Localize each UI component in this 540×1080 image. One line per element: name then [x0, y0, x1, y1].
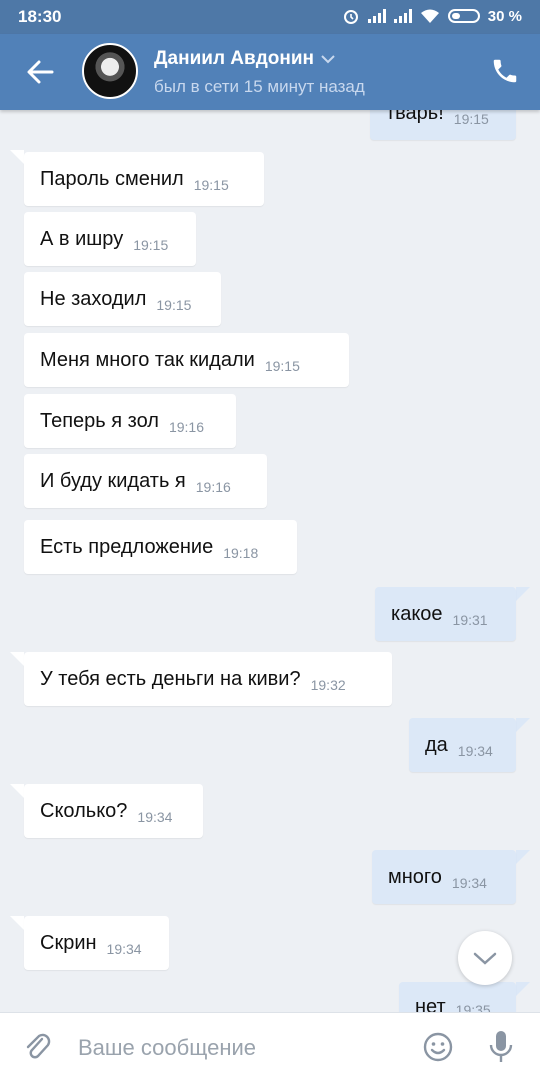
message-incoming[interactable]: У тебя есть деньги на киви? 19:32 — [24, 652, 392, 706]
contact-name[interactable]: Даниил Авдонин — [154, 48, 336, 70]
wifi-icon — [420, 9, 439, 23]
status-time: 18:30 — [18, 7, 62, 26]
message-time: 19:34 — [457, 743, 493, 759]
message-time: 19:32 — [310, 677, 346, 693]
message-outgoing[interactable]: много 19:34 — [372, 850, 516, 904]
message-composer — [0, 1012, 540, 1080]
battery-percent: 30 % — [487, 7, 522, 25]
message-incoming[interactable]: Сколько? 19:34 — [24, 784, 203, 838]
chat-header: Даниил Авдонин был в сети 15 минут назад — [0, 34, 540, 110]
message-time: 19:15 — [453, 111, 489, 127]
message-text: Меня много так кидали — [40, 348, 255, 371]
bubble-tail — [10, 150, 24, 164]
message-time: 19:15 — [193, 177, 229, 193]
message-incoming[interactable]: А в ишру 19:15 — [24, 212, 196, 266]
message-time: 19:16 — [168, 419, 205, 435]
message-incoming[interactable]: Скрин 19:34 — [24, 916, 169, 970]
message-time: 19:34 — [106, 941, 142, 957]
message-list[interactable]: тварь! 19:15 Пароль сменил 19:15 А в ишр… — [0, 110, 540, 1012]
message-text: Пароль сменил — [40, 167, 184, 190]
signal-icon-2 — [393, 9, 412, 23]
message-text: Не заходил — [40, 287, 147, 310]
message-incoming[interactable]: Есть предложение 19:18 — [24, 520, 297, 574]
paperclip-icon[interactable] — [22, 1031, 54, 1063]
message-outgoing[interactable]: какое 19:31 — [375, 587, 516, 641]
message-time: 19:16 — [195, 479, 231, 495]
status-bar: 18:30 30 % — [0, 0, 540, 34]
message-time: 19:34 — [451, 875, 487, 891]
contact-name-text: Даниил Авдонин — [154, 48, 314, 69]
message-incoming[interactable]: Теперь я зол 19:16 — [24, 394, 236, 448]
message-text: какое — [391, 602, 443, 625]
battery-icon — [447, 9, 480, 23]
message-time: 19:34 — [137, 809, 173, 825]
message-text: У тебя есть деньги на киви? — [40, 667, 301, 690]
message-time: 19:31 — [452, 612, 488, 628]
message-outgoing[interactable]: да 19:34 — [409, 718, 516, 772]
emoji-icon[interactable] — [422, 1031, 454, 1063]
message-time: 19:15 — [264, 358, 300, 374]
message-incoming[interactable]: И буду кидать я 19:16 — [24, 454, 267, 508]
bubble-tail — [10, 916, 24, 930]
scroll-to-bottom-button[interactable] — [458, 931, 512, 985]
message-incoming[interactable]: Не заходил 19:15 — [24, 272, 221, 326]
signal-icon — [367, 9, 386, 23]
alarm-icon — [343, 10, 358, 24]
message-time: 19:18 — [223, 545, 259, 561]
message-text: нет — [415, 996, 446, 1012]
message-text: Есть предложение — [40, 535, 214, 558]
bubble-tail — [516, 850, 530, 864]
message-outgoing[interactable]: тварь! 19:15 — [370, 110, 516, 140]
message-incoming[interactable]: Пароль сменил 19:15 — [24, 152, 264, 206]
message-incoming[interactable]: Меня много так кидали 19:15 — [24, 333, 349, 387]
message-text: Сколько? — [40, 799, 128, 822]
avatar[interactable] — [82, 43, 138, 99]
message-text: тварь! — [386, 110, 444, 124]
microphone-icon[interactable] — [486, 1029, 516, 1065]
message-text: много — [388, 865, 442, 888]
message-time: 19:35 — [455, 1002, 491, 1012]
status-icons: 30 % — [342, 7, 522, 25]
message-text: да — [425, 733, 448, 756]
back-arrow-icon[interactable] — [24, 56, 56, 88]
bubble-tail — [10, 784, 24, 798]
phone-icon[interactable] — [490, 56, 520, 86]
message-input[interactable] — [78, 1033, 398, 1063]
message-text: Теперь я зол — [40, 409, 159, 432]
message-text: И буду кидать я — [40, 469, 186, 492]
message-text: А в ишру — [40, 227, 124, 250]
chevron-down-icon — [321, 55, 335, 64]
bubble-tail — [516, 587, 530, 601]
bubble-tail — [10, 652, 24, 666]
message-time: 19:15 — [133, 237, 169, 253]
bubble-tail — [516, 718, 530, 732]
contact-status: был в сети 15 минут назад — [154, 77, 365, 96]
message-text: Скрин — [40, 931, 97, 954]
chevron-down-icon — [473, 952, 497, 965]
message-outgoing[interactable]: нет 19:35 — [399, 982, 516, 1012]
message-time: 19:15 — [156, 297, 192, 313]
bubble-tail — [516, 982, 530, 996]
